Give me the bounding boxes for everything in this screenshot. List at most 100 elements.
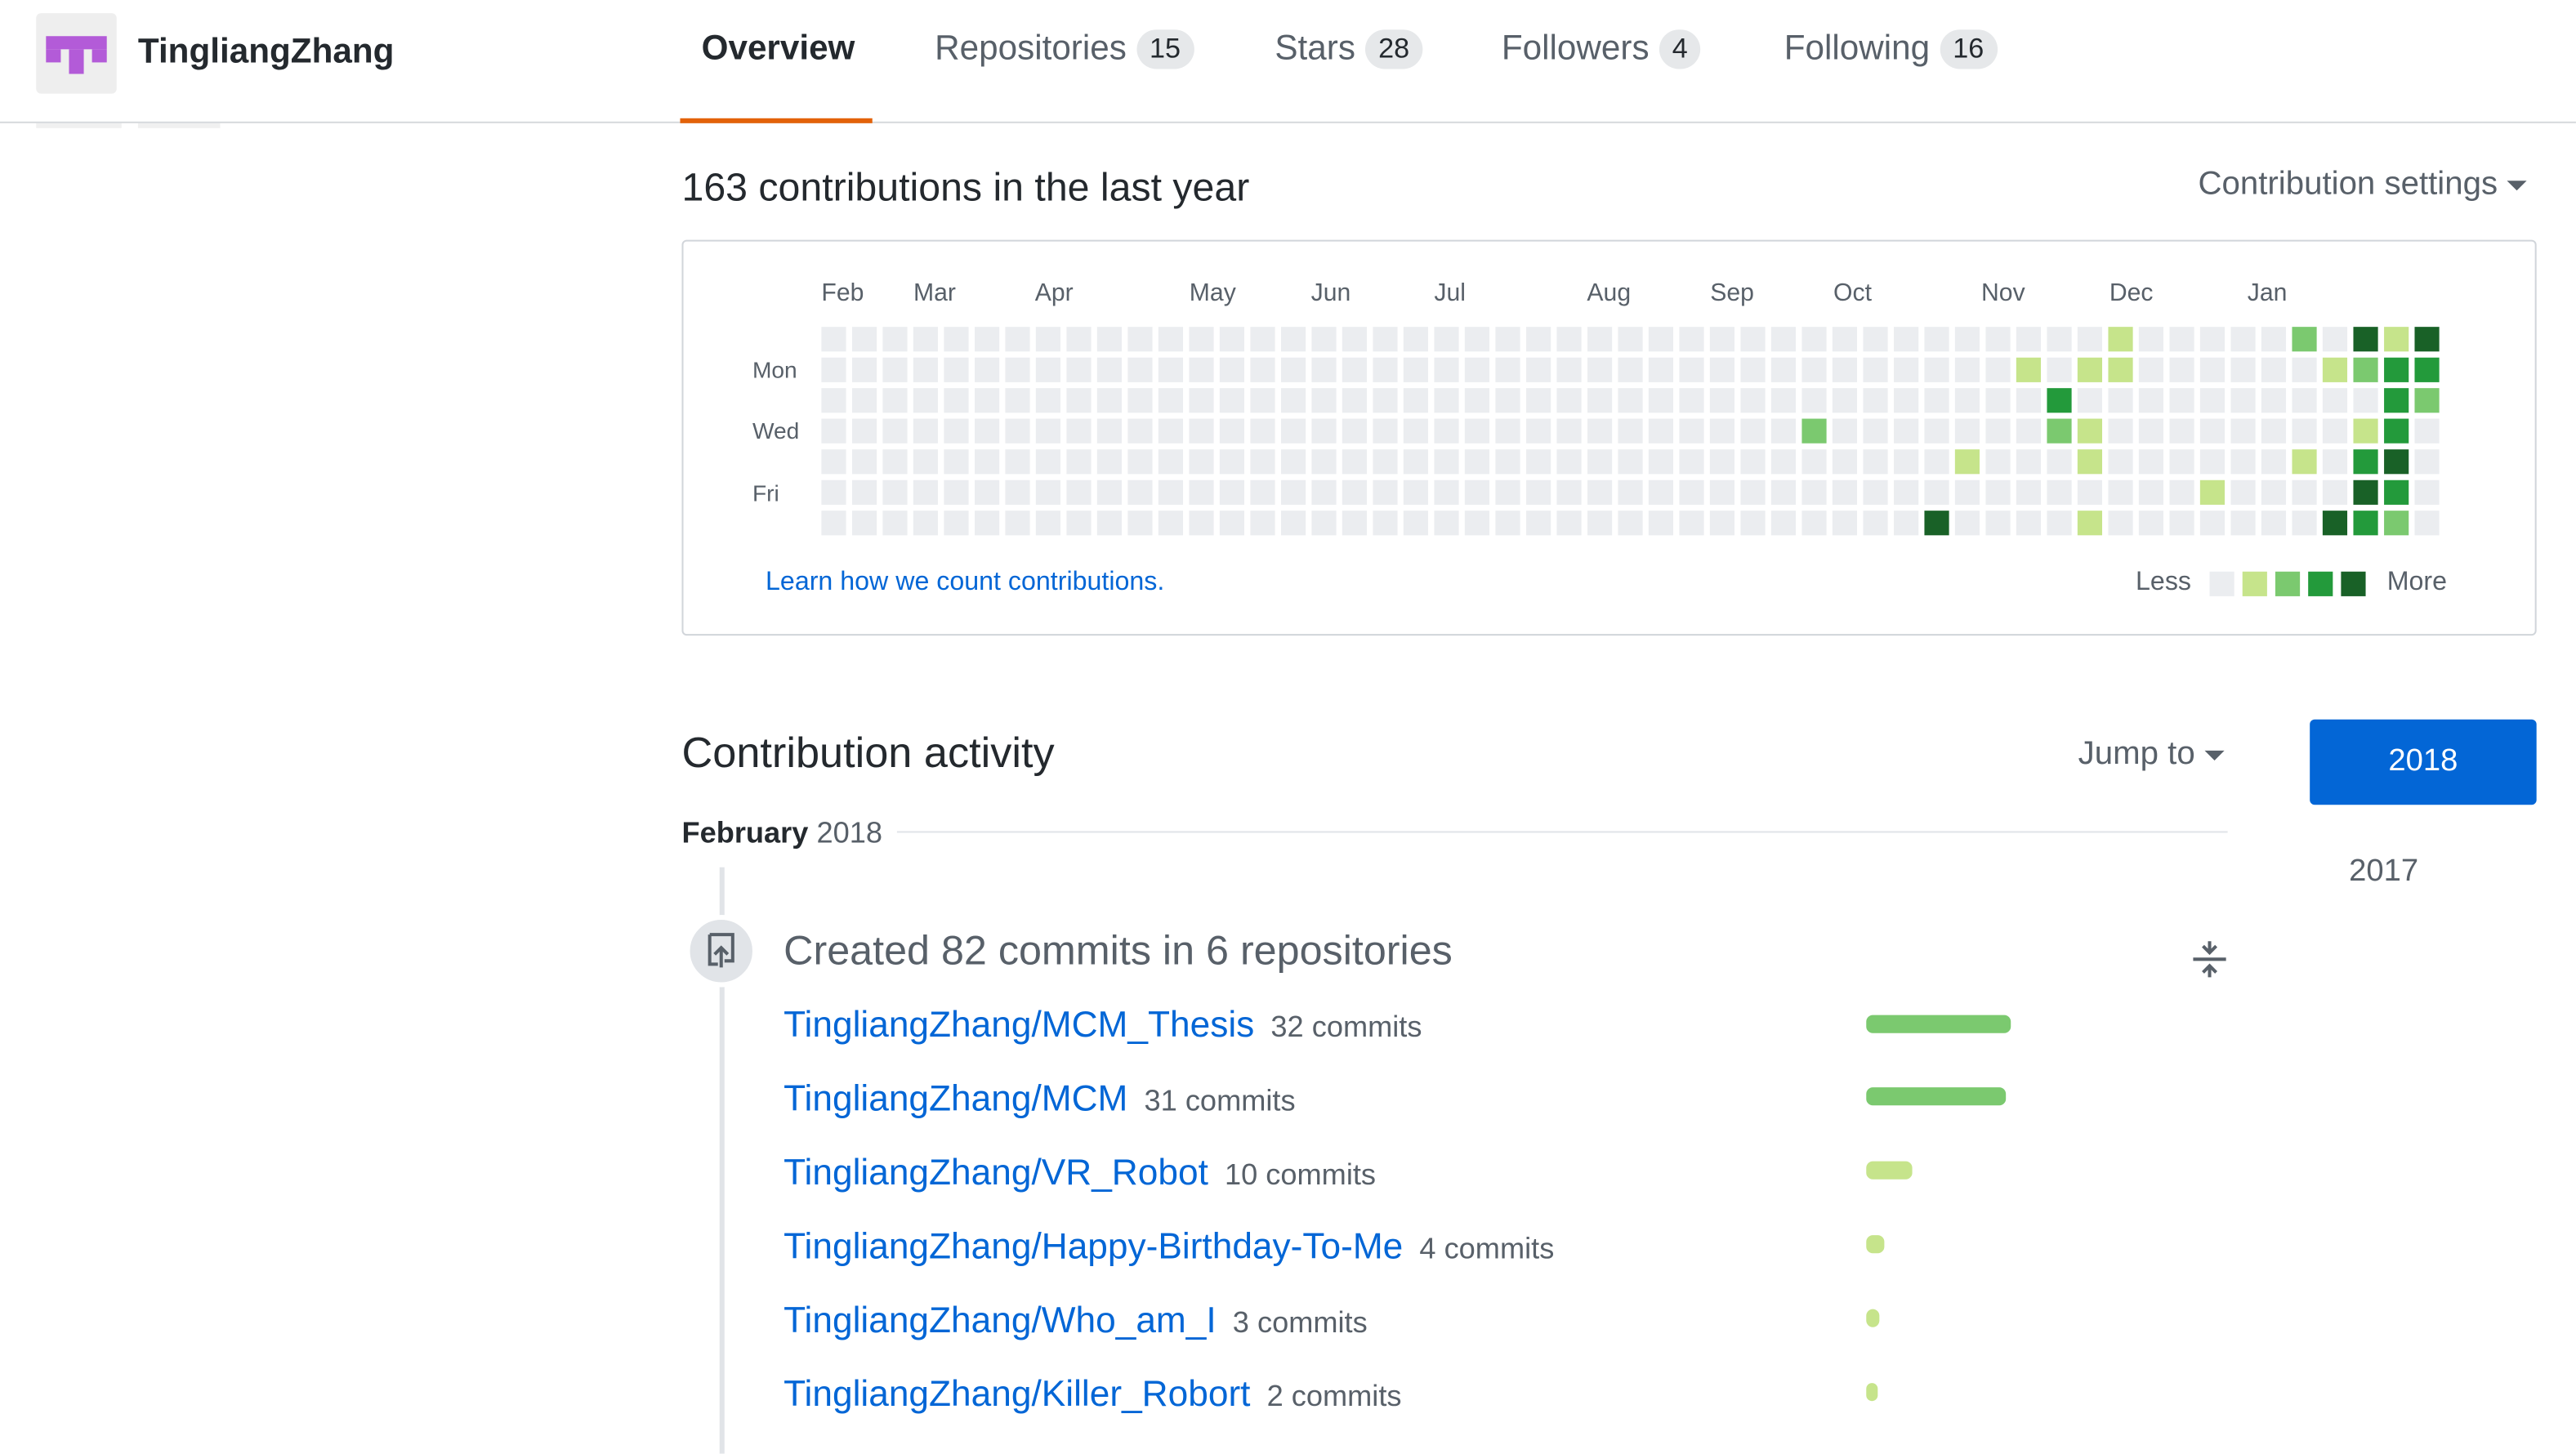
calendar-day[interactable] — [2077, 479, 2103, 505]
calendar-day[interactable] — [2169, 327, 2194, 352]
calendar-day[interactable] — [1403, 511, 1428, 536]
calendar-day[interactable] — [1342, 418, 1367, 444]
calendar-day[interactable] — [852, 327, 877, 352]
calendar-day[interactable] — [2077, 327, 2103, 352]
calendar-day[interactable] — [2414, 449, 2440, 475]
calendar-day[interactable] — [1158, 357, 1183, 382]
calendar-day[interactable] — [1311, 418, 1337, 444]
calendar-day[interactable] — [1464, 388, 1489, 413]
repo-link[interactable]: TingliangZhang/VR_Robot — [784, 1152, 1208, 1193]
calendar-day[interactable] — [1495, 388, 1520, 413]
calendar-day[interactable] — [2016, 511, 2042, 536]
calendar-day[interactable] — [1924, 327, 1949, 352]
calendar-day[interactable] — [1434, 357, 1459, 382]
calendar-day[interactable] — [1954, 449, 1980, 475]
calendar-day[interactable] — [1894, 327, 1919, 352]
calendar-day[interactable] — [1556, 388, 1582, 413]
calendar-day[interactable] — [1587, 327, 1613, 352]
calendar-day[interactable] — [1832, 418, 1858, 444]
calendar-day[interactable] — [2199, 418, 2226, 444]
calendar-day[interactable] — [1035, 511, 1060, 536]
calendar-day[interactable] — [2016, 479, 2042, 505]
calendar-day[interactable] — [1495, 511, 1520, 536]
calendar-day[interactable] — [1679, 418, 1704, 444]
calendar-day[interactable] — [1526, 479, 1551, 505]
calendar-day[interactable] — [1342, 479, 1367, 505]
calendar-day[interactable] — [1801, 479, 1827, 505]
calendar-day[interactable] — [2414, 511, 2440, 536]
calendar-day[interactable] — [2047, 327, 2072, 352]
calendar-day[interactable] — [1373, 418, 1398, 444]
calendar-day[interactable] — [1648, 479, 1673, 505]
calendar-day[interactable] — [2414, 388, 2440, 413]
calendar-day[interactable] — [944, 388, 969, 413]
calendar-day[interactable] — [1954, 327, 1980, 352]
calendar-day[interactable] — [852, 511, 877, 536]
calendar-day[interactable] — [1434, 418, 1459, 444]
calendar-day[interactable] — [852, 479, 877, 505]
calendar-day[interactable] — [1587, 388, 1613, 413]
calendar-day[interactable] — [2384, 327, 2409, 352]
calendar-day[interactable] — [1127, 449, 1153, 475]
calendar-day[interactable] — [1526, 418, 1551, 444]
calendar-day[interactable] — [1495, 479, 1520, 505]
calendar-day[interactable] — [1770, 479, 1797, 505]
calendar-day[interactable] — [1894, 418, 1919, 444]
tab-stars[interactable]: Stars 28 — [1275, 29, 1423, 69]
calendar-day[interactable] — [1985, 418, 2011, 444]
calendar-day[interactable] — [1281, 449, 1306, 475]
calendar-day[interactable] — [2292, 449, 2317, 475]
calendar-day[interactable] — [1801, 511, 1827, 536]
calendar-day[interactable] — [1189, 479, 1214, 505]
calendar-day[interactable] — [2077, 511, 2103, 536]
calendar-day[interactable] — [1801, 388, 1827, 413]
calendar-day[interactable] — [2414, 327, 2440, 352]
calendar-day[interactable] — [1281, 418, 1306, 444]
calendar-day[interactable] — [1894, 511, 1919, 536]
calendar-day[interactable] — [1189, 511, 1214, 536]
calendar-day[interactable] — [913, 357, 938, 382]
calendar-day[interactable] — [1035, 327, 1060, 352]
calendar-day[interactable] — [1709, 479, 1735, 505]
calendar-day[interactable] — [2261, 388, 2287, 413]
calendar-day[interactable] — [2230, 357, 2256, 382]
calendar-day[interactable] — [1005, 479, 1030, 505]
calendar-day[interactable] — [2016, 449, 2042, 475]
calendar-day[interactable] — [1096, 357, 1122, 382]
calendar-day[interactable] — [2353, 357, 2378, 382]
calendar-day[interactable] — [1219, 418, 1244, 444]
calendar-day[interactable] — [1403, 388, 1428, 413]
calendar-day[interactable] — [1648, 388, 1673, 413]
calendar-day[interactable] — [1464, 327, 1489, 352]
calendar-day[interactable] — [913, 418, 938, 444]
calendar-day[interactable] — [852, 418, 877, 444]
calendar-day[interactable] — [2261, 327, 2287, 352]
calendar-day[interactable] — [913, 479, 938, 505]
calendar-day[interactable] — [2016, 388, 2042, 413]
calendar-day[interactable] — [2199, 479, 2226, 505]
calendar-day[interactable] — [1403, 418, 1428, 444]
calendar-day[interactable] — [1281, 388, 1306, 413]
repo-link[interactable]: TingliangZhang/Who_am_I — [784, 1300, 1217, 1340]
calendar-day[interactable] — [2384, 418, 2409, 444]
calendar-day[interactable] — [1526, 511, 1551, 536]
calendar-day[interactable] — [2169, 418, 2194, 444]
calendar-day[interactable] — [975, 449, 1000, 475]
calendar-day[interactable] — [1894, 449, 1919, 475]
calendar-day[interactable] — [2016, 327, 2042, 352]
calendar-day[interactable] — [2047, 511, 2072, 536]
calendar-day[interactable] — [2384, 357, 2409, 382]
calendar-day[interactable] — [1158, 479, 1183, 505]
calendar-day[interactable] — [2138, 327, 2164, 352]
calendar-day[interactable] — [882, 357, 908, 382]
calendar-day[interactable] — [1679, 479, 1704, 505]
calendar-day[interactable] — [944, 418, 969, 444]
calendar-day[interactable] — [1709, 418, 1735, 444]
calendar-day[interactable] — [944, 479, 969, 505]
calendar-day[interactable] — [2322, 418, 2348, 444]
calendar-day[interactable] — [2230, 511, 2256, 536]
calendar-day[interactable] — [2292, 357, 2317, 382]
calendar-day[interactable] — [1219, 327, 1244, 352]
calendar-day[interactable] — [1403, 449, 1428, 475]
calendar-day[interactable] — [2108, 449, 2133, 475]
